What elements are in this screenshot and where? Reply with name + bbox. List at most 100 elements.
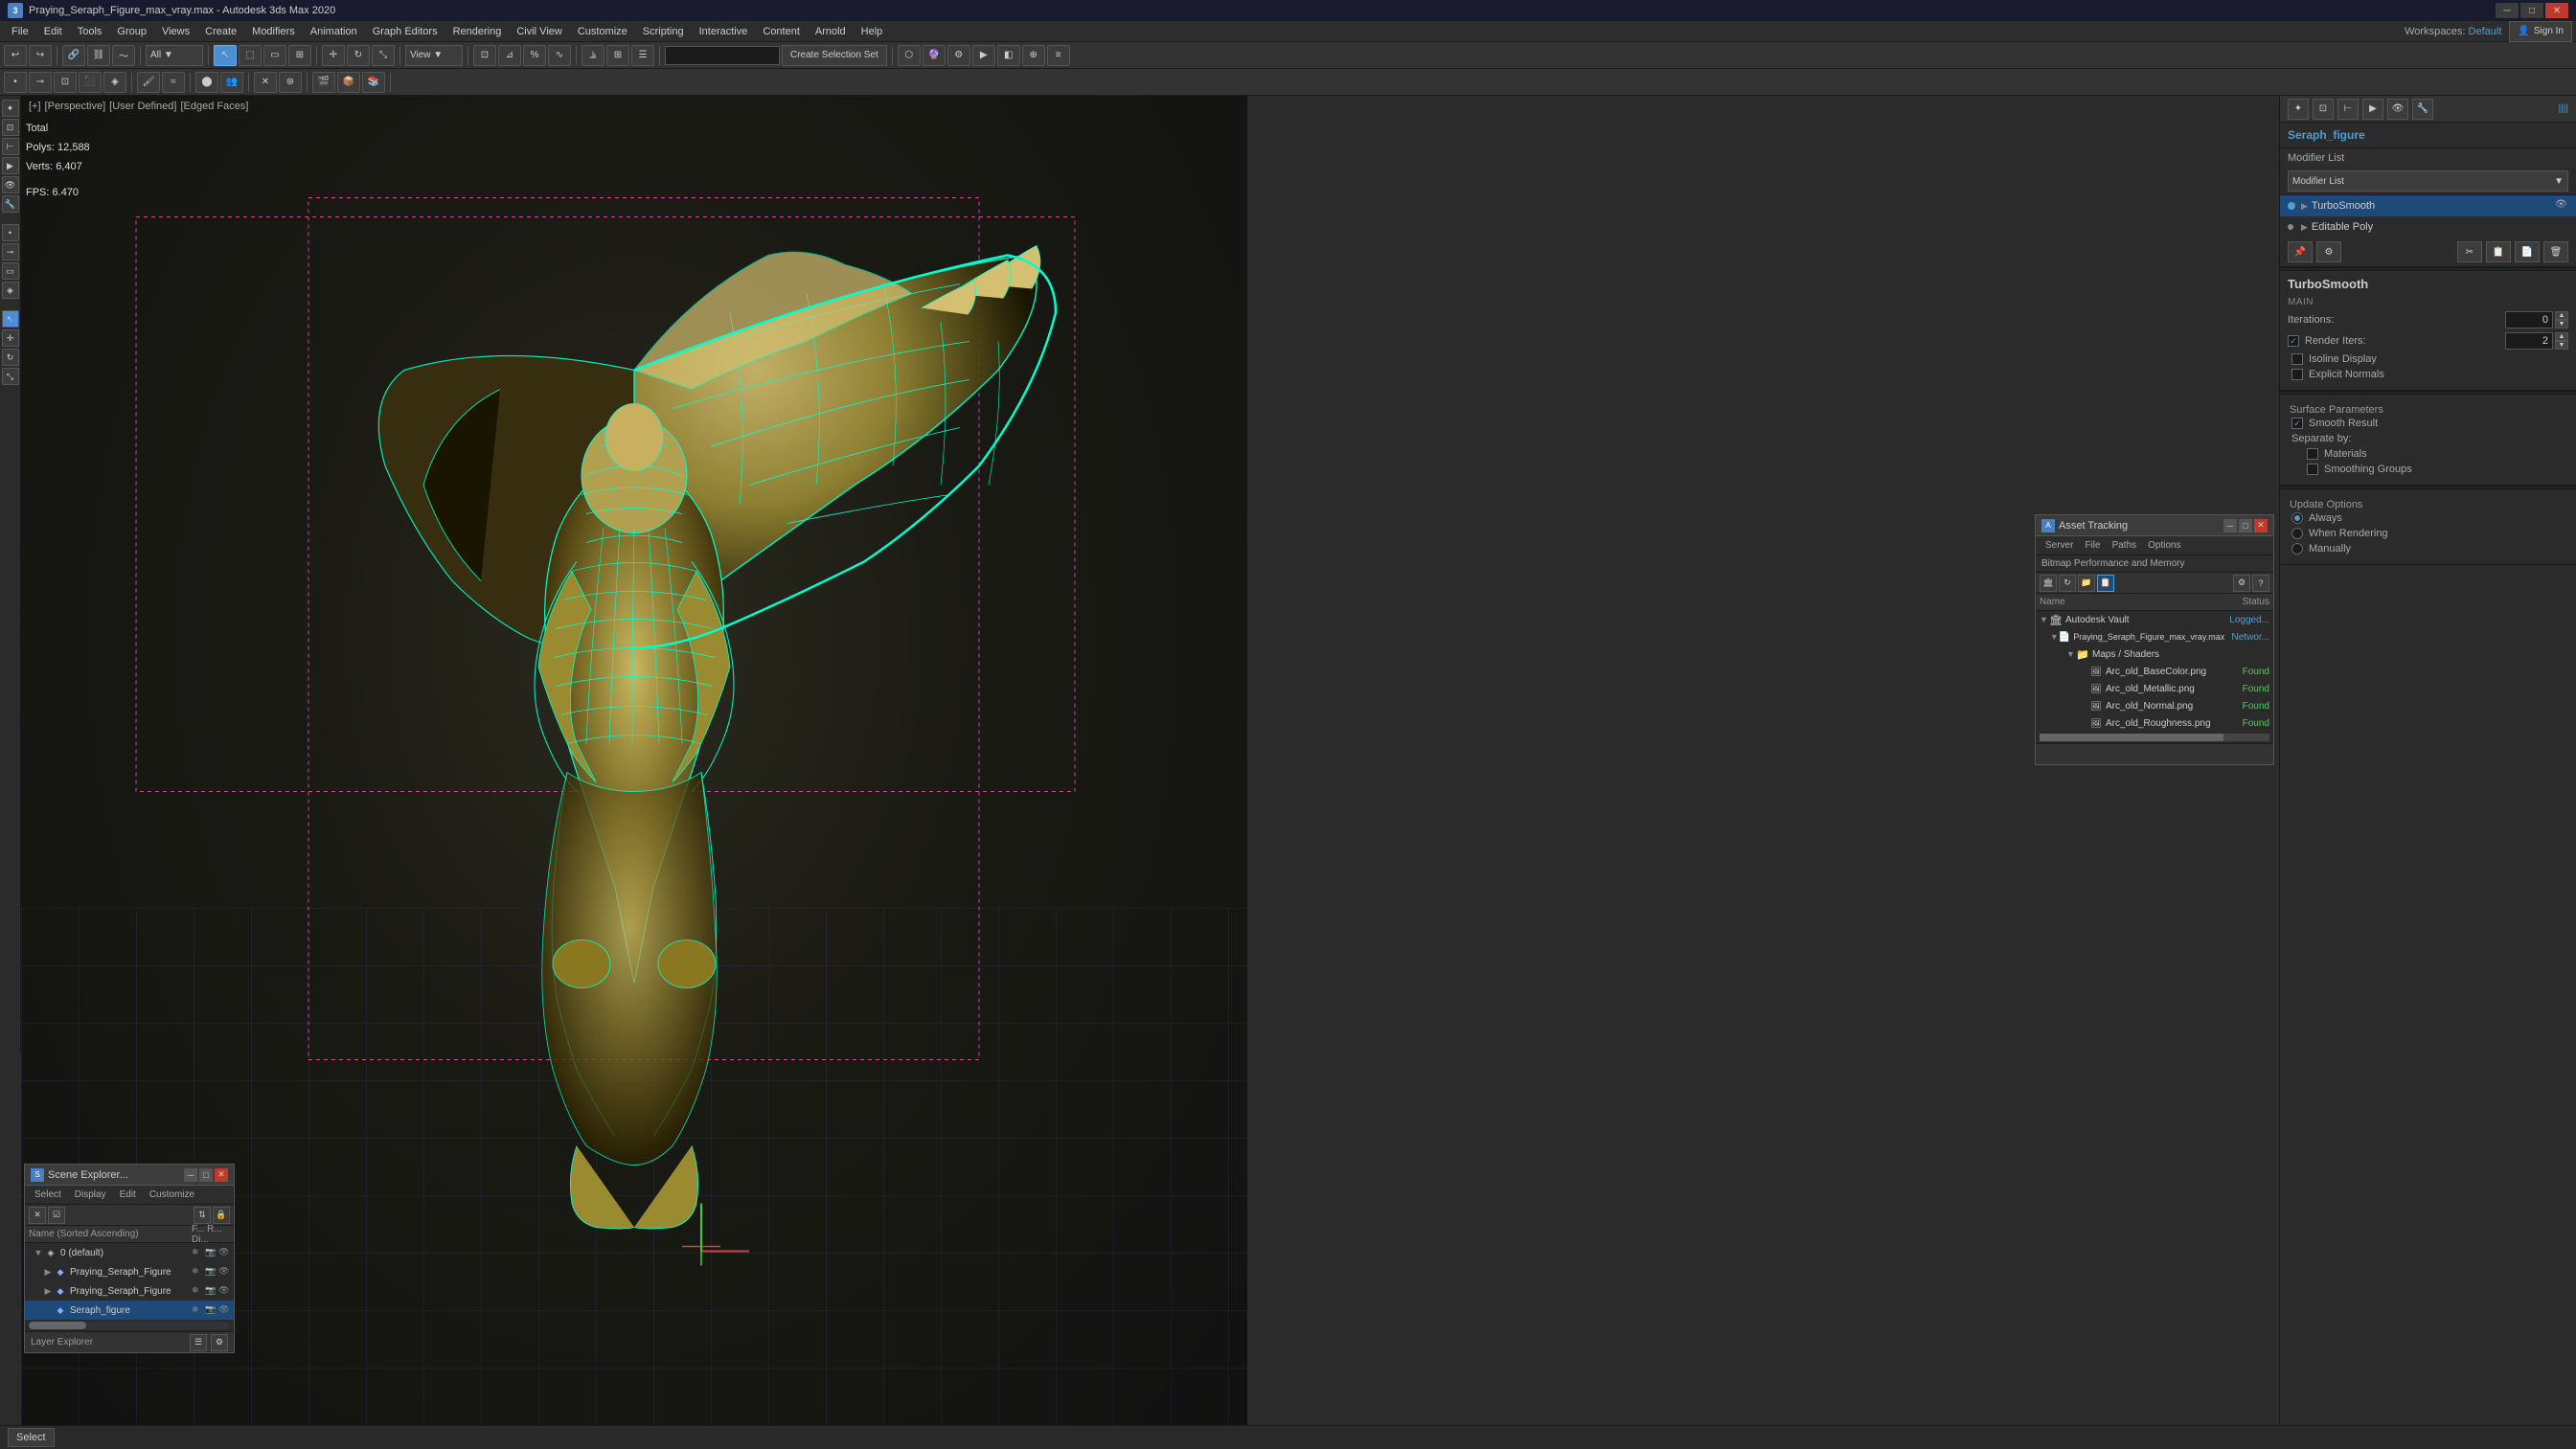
- mirror-button[interactable]: ⫡: [581, 45, 604, 66]
- schematic-view-button[interactable]: ⬡: [898, 45, 921, 66]
- poly-select-border-button[interactable]: ⊡: [54, 72, 77, 93]
- menu-group[interactable]: Group: [109, 21, 154, 42]
- at-scrollbar[interactable]: [2040, 734, 2269, 741]
- menu-tools[interactable]: Tools: [70, 21, 110, 42]
- se-flag-freeze-icon[interactable]: ❄: [192, 1247, 203, 1258]
- move-tool-button[interactable]: ✛: [2, 329, 19, 347]
- se-minimize-button[interactable]: ─: [184, 1168, 197, 1182]
- xview-button[interactable]: ✕: [254, 72, 277, 93]
- se-select-none-button[interactable]: ✕: [29, 1207, 46, 1224]
- se-expand-icon-2[interactable]: ▶: [42, 1285, 54, 1297]
- at-item-roughness[interactable]: 🖼 Arc_old_Roughness.png Found: [2036, 714, 2273, 732]
- se-flag-display-1-icon[interactable]: 👁: [218, 1266, 230, 1278]
- at-item-maps-folder[interactable]: ▼ 📁 Maps / Shaders: [2036, 645, 2273, 663]
- se-expand-icon-3[interactable]: [42, 1304, 54, 1316]
- expose-transform-button[interactable]: ⊕: [1022, 45, 1045, 66]
- more-tools-button[interactable]: ≡: [1047, 45, 1070, 66]
- ts-smooth-result-checkbox[interactable]: [2291, 418, 2303, 429]
- container-button[interactable]: 📦: [337, 72, 360, 93]
- ts-render-iters-down[interactable]: ▼: [2555, 341, 2568, 350]
- menu-scripting[interactable]: Scripting: [635, 21, 692, 42]
- se-menu-display[interactable]: Display: [69, 1189, 112, 1201]
- se-flag-display-icon[interactable]: 👁: [218, 1247, 230, 1258]
- menu-rendering[interactable]: Rendering: [445, 21, 510, 42]
- mod-pin-button[interactable]: 📌: [2288, 241, 2313, 262]
- se-item-object-3[interactable]: ◆ Seraph_figure ❄ 📷 👁: [25, 1301, 234, 1320]
- at-menu-options[interactable]: Options: [2142, 539, 2186, 552]
- ts-smoothing-groups-checkbox[interactable]: [2307, 464, 2318, 475]
- align-button[interactable]: ⊞: [606, 45, 629, 66]
- ts-render-iters-up[interactable]: ▲: [2555, 332, 2568, 341]
- se-flag-freeze-3-icon[interactable]: ❄: [192, 1304, 203, 1316]
- se-select-all-button[interactable]: ☑: [48, 1207, 65, 1224]
- modifier-turbosmooth[interactable]: ▶ TurboSmooth 👁: [2280, 195, 2576, 216]
- menu-create[interactable]: Create: [197, 21, 244, 42]
- at-maxfile-expand-icon[interactable]: ▼: [2050, 632, 2059, 642]
- ts-manually-radio[interactable]: [2291, 543, 2303, 555]
- scale-button[interactable]: ⤡: [372, 45, 395, 66]
- element-mode-button[interactable]: ◈: [2, 282, 19, 299]
- layer-manager-button[interactable]: ☰: [631, 45, 654, 66]
- at-item-basecolor[interactable]: 🖼 Arc_old_BaseColor.png Found: [2036, 663, 2273, 680]
- edge-mode-button[interactable]: ⊸: [2, 243, 19, 260]
- filter-dropdown[interactable]: All ▼: [146, 45, 203, 66]
- rp-display-icon[interactable]: 👁: [2387, 99, 2408, 120]
- poly-select-element-button[interactable]: ◈: [103, 72, 126, 93]
- rp-motion-icon[interactable]: ▶: [2362, 99, 2383, 120]
- at-settings2-button[interactable]: ⚙: [2233, 575, 2250, 592]
- rotate-tool-button[interactable]: ↻: [2, 349, 19, 366]
- se-item-layer-0[interactable]: ▼ ◈ 0 (default) ❄ 📷 👁: [25, 1243, 234, 1262]
- spinner-snap-button[interactable]: ∿: [548, 45, 571, 66]
- mod-cut-button[interactable]: ✂: [2457, 241, 2482, 262]
- se-expand-icon-1[interactable]: ▶: [42, 1266, 54, 1278]
- se-flag-display-2-icon[interactable]: 👁: [218, 1285, 230, 1297]
- polygon-mode-button[interactable]: ▭: [2, 262, 19, 280]
- ts-iterations-input[interactable]: [2505, 311, 2553, 328]
- se-settings-button[interactable]: ⚙: [211, 1334, 228, 1351]
- select-window-button[interactable]: ▭: [263, 45, 286, 66]
- minimize-button[interactable]: ─: [2496, 3, 2519, 18]
- se-menu-customize[interactable]: Customize: [144, 1189, 200, 1201]
- object-paint-button[interactable]: ⬤: [195, 72, 218, 93]
- at-scrollbar-thumb[interactable]: [2040, 734, 2223, 741]
- at-folder-expand-icon[interactable]: ▼: [2066, 649, 2076, 659]
- mod-paste-button[interactable]: 📄: [2515, 241, 2540, 262]
- rp-modify-icon[interactable]: ⊡: [2313, 99, 2334, 120]
- modifier-dropdown[interactable]: Modifier List ▼: [2288, 170, 2568, 192]
- vp-edged-faces-label[interactable]: [Edged Faces]: [180, 101, 248, 112]
- select-tool-button[interactable]: ↖: [2, 310, 19, 328]
- at-refresh-button[interactable]: ↻: [2059, 575, 2076, 592]
- poly-select-edge-button[interactable]: ⊸: [29, 72, 52, 93]
- material-editor-button[interactable]: 🔮: [923, 45, 946, 66]
- utilities-panel-button[interactable]: 🔧: [2, 195, 19, 213]
- xview-panel-button[interactable]: ⊛: [279, 72, 302, 93]
- se-scrollbar-thumb[interactable]: [29, 1322, 86, 1329]
- menu-arnold[interactable]: Arnold: [808, 21, 854, 42]
- maximize-button[interactable]: □: [2520, 3, 2543, 18]
- at-help-button[interactable]: ?: [2252, 575, 2269, 592]
- at-active-button[interactable]: 📋: [2097, 575, 2114, 592]
- rotate-button[interactable]: ↻: [347, 45, 370, 66]
- se-flag-render-1-icon[interactable]: 📷: [205, 1266, 217, 1278]
- redo-button[interactable]: ↪: [29, 45, 52, 66]
- menu-animation[interactable]: Animation: [303, 21, 365, 42]
- at-item-vault[interactable]: ▼ 🏛 Autodesk Vault Logged...: [2036, 611, 2273, 628]
- move-button[interactable]: ✛: [322, 45, 345, 66]
- se-flag-render-3-icon[interactable]: 📷: [205, 1304, 217, 1316]
- activeshade-button[interactable]: ◧: [997, 45, 1020, 66]
- at-close-button[interactable]: ✕: [2254, 519, 2268, 532]
- at-menu-paths[interactable]: Paths: [2107, 539, 2143, 552]
- motion-panel-button[interactable]: ▶: [2, 157, 19, 174]
- at-menu-file[interactable]: File: [2079, 539, 2106, 552]
- at-paths-button[interactable]: 📁: [2078, 575, 2095, 592]
- hierarchy-panel-button[interactable]: ⊢: [2, 138, 19, 155]
- at-menu-server[interactable]: Server: [2040, 539, 2079, 552]
- reference-coord-dropdown[interactable]: View ▼: [405, 45, 463, 66]
- render-frame-button[interactable]: ▶: [972, 45, 995, 66]
- select-object-button[interactable]: ↖: [214, 45, 237, 66]
- sign-in-button[interactable]: 👤 Sign In: [2509, 21, 2572, 42]
- menu-file[interactable]: File: [4, 21, 36, 42]
- vertex-mode-button[interactable]: •: [2, 224, 19, 241]
- at-item-normal[interactable]: 🖼 Arc_old_Normal.png Found: [2036, 697, 2273, 714]
- ts-explicit-normals-checkbox[interactable]: [2291, 369, 2303, 380]
